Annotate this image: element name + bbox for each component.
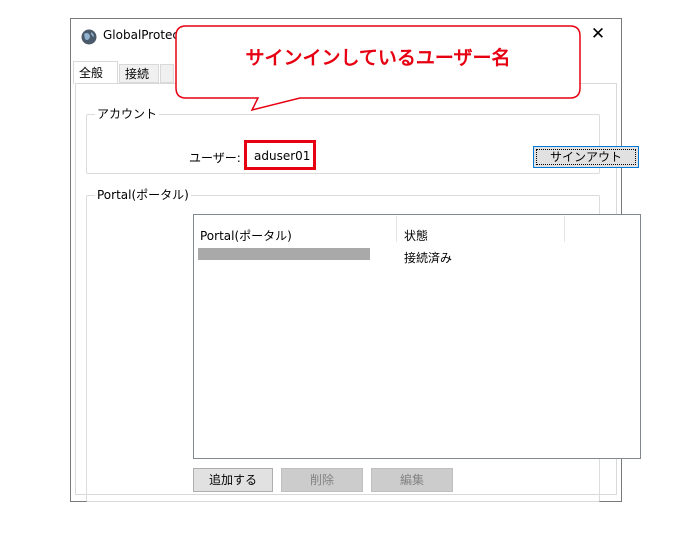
- column-divider[interactable]: [396, 216, 397, 242]
- callout-text: サインインしているユーザー名: [245, 47, 511, 69]
- column-header-status[interactable]: 状態: [404, 227, 428, 244]
- user-label: ユーザー:: [189, 151, 241, 165]
- close-icon: ✕: [590, 24, 606, 44]
- portal-status-cell[interactable]: 接続済み: [404, 249, 452, 266]
- portal-group-label: Portal(ポータル): [95, 188, 191, 202]
- signout-button[interactable]: サインアウト: [533, 146, 639, 168]
- account-group: アカウント: [86, 107, 600, 174]
- globalprotect-globe-icon: [81, 29, 97, 45]
- column-divider[interactable]: [564, 216, 565, 242]
- add-button[interactable]: 追加する: [193, 468, 273, 492]
- window-title: GlobalProtect: [103, 28, 184, 42]
- column-header-portal[interactable]: Portal(ポータル): [200, 227, 292, 244]
- account-group-label: アカウント: [95, 107, 160, 121]
- tab-connection[interactable]: 接続: [119, 64, 159, 83]
- user-value: aduser01: [254, 149, 311, 163]
- globalprotect-window: GlobalProtect ✕ 全般 接続 アカウント ユーザー: aduser…: [70, 18, 641, 502]
- close-button[interactable]: ✕: [575, 19, 621, 51]
- redacted-portal-address[interactable]: [198, 248, 370, 260]
- edit-button[interactable]: 編集: [371, 468, 453, 492]
- delete-button[interactable]: 削除: [281, 468, 363, 492]
- tab-general[interactable]: 全般: [73, 61, 118, 84]
- tab-obscured[interactable]: [160, 64, 174, 83]
